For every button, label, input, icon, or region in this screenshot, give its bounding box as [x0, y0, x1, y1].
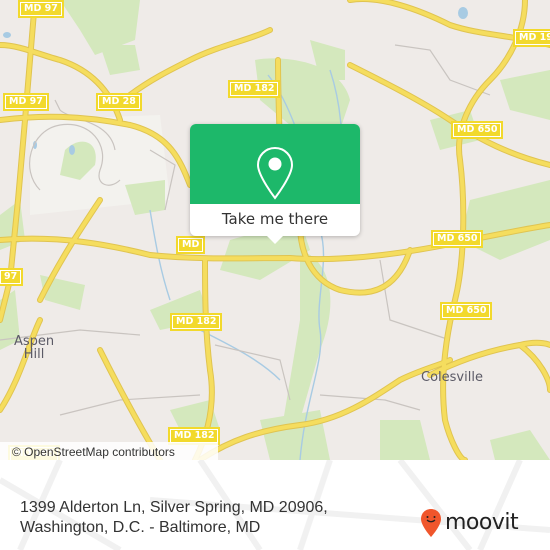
- route-shield: MD 650: [440, 302, 493, 320]
- popup-header: [190, 124, 360, 204]
- route-shield: MD 182: [170, 313, 223, 331]
- moovit-pin-icon: [421, 509, 441, 537]
- route-shield: MD 650: [431, 230, 484, 248]
- map-pin-icon: [256, 146, 294, 200]
- address-line: Washington, D.C. - Baltimore, MD: [20, 519, 261, 536]
- place-label-colesville: Colesville: [421, 370, 483, 385]
- moovit-logo: moovit: [420, 508, 519, 538]
- popup-pointer: [265, 234, 285, 244]
- route-shield: MD 182: [228, 80, 281, 98]
- moovit-wordmark: moovit: [445, 510, 519, 535]
- route-shield: 97: [0, 268, 24, 286]
- address-line: 1399 Alderton Ln, Silver Spring, MD 2090…: [20, 499, 328, 516]
- location-popup: Take me there: [190, 124, 360, 244]
- route-shield: MD 97: [18, 0, 64, 18]
- route-shield: MD 650: [451, 121, 504, 139]
- address-text: 1399 Alderton Ln, Silver Spring, MD 2090…: [20, 498, 390, 538]
- route-shield: MD: [176, 236, 206, 254]
- place-label-line: Hill: [23, 347, 45, 362]
- place-label-aspen-hill: Aspen Hill: [14, 335, 54, 361]
- route-shield: MD 28: [96, 93, 142, 111]
- map-attribution[interactable]: © OpenStreetMap contributors: [0, 442, 218, 460]
- take-me-there-button[interactable]: Take me there: [190, 204, 360, 236]
- route-shield: MD 19: [513, 29, 550, 47]
- route-shield: MD 97: [3, 93, 49, 111]
- map[interactable]: MD 97 MD 97 MD 28 MD 182 MD 19 MD 650 MD…: [0, 0, 550, 460]
